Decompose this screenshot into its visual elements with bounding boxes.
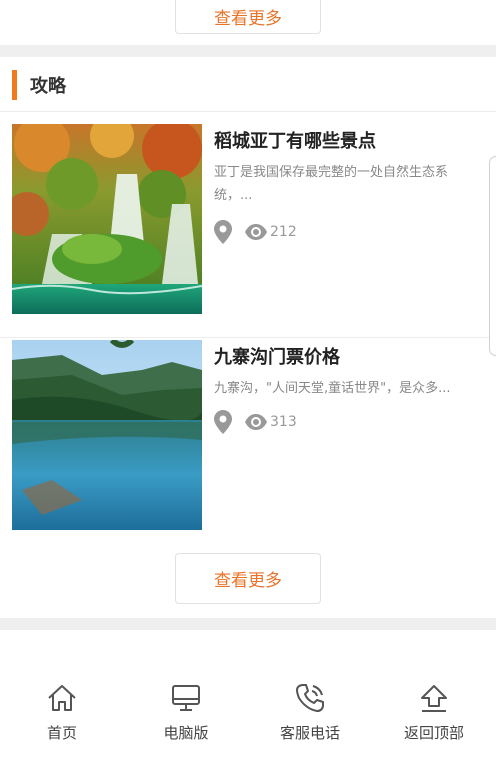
section-header: 攻略 bbox=[0, 57, 496, 112]
article-item[interactable]: 九寨沟门票价格 九寨沟，"人间天堂,童话世界"，是众多... 313 bbox=[0, 340, 496, 554]
location-pin-icon bbox=[214, 220, 232, 244]
article-thumbnail-lake[interactable] bbox=[12, 340, 202, 530]
article-thumbnail-waterfall[interactable] bbox=[12, 124, 202, 314]
view-count: 212 bbox=[270, 224, 297, 240]
article-description: 亚丁是我国保存最完整的一处自然生态系统，... bbox=[214, 165, 449, 203]
nav-desktop[interactable]: 电脑版 bbox=[124, 682, 248, 743]
article-title[interactable]: 九寨沟门票价格 bbox=[214, 343, 340, 369]
section-title: 攻略 bbox=[30, 76, 66, 97]
view-more-button[interactable]: 查看更多 bbox=[175, 553, 321, 604]
section-accent-bar bbox=[12, 70, 17, 100]
views-eye-icon bbox=[245, 414, 267, 430]
nav-label: 首页 bbox=[46, 724, 77, 742]
nav-label: 客服电话 bbox=[279, 724, 340, 742]
nav-label: 返回顶部 bbox=[403, 724, 464, 742]
home-icon bbox=[48, 685, 76, 711]
back-to-top-icon bbox=[421, 685, 447, 712]
view-count: 313 bbox=[270, 414, 297, 430]
view-more-button-top[interactable]: 查看更多 bbox=[175, 0, 321, 34]
article-meta: 212 bbox=[214, 220, 297, 244]
bottom-nav: 首页 电脑版 客服电话 返回顶部 bbox=[0, 630, 496, 771]
guides-section: 攻略 稻城亚丁有哪些景点 亚丁是我国保存最完整的一处自然生态系统，... 212… bbox=[0, 57, 496, 618]
nav-phone[interactable]: 客服电话 bbox=[248, 682, 372, 743]
previous-section-footer: 查看更多 bbox=[0, 0, 496, 45]
desktop-icon bbox=[172, 685, 200, 711]
nav-label: 电脑版 bbox=[163, 724, 209, 742]
article-title[interactable]: 稻城亚丁有哪些景点 bbox=[214, 127, 376, 153]
phone-icon bbox=[296, 684, 324, 712]
article-meta: 313 bbox=[214, 410, 297, 434]
location-pin-icon bbox=[214, 410, 232, 434]
side-float-handle[interactable] bbox=[489, 156, 496, 356]
article-item[interactable]: 稻城亚丁有哪些景点 亚丁是我国保存最完整的一处自然生态系统，... 212 bbox=[0, 124, 496, 338]
views-eye-icon bbox=[245, 224, 267, 240]
article-description: 九寨沟，"人间天堂,童话世界"，是众多... bbox=[214, 381, 451, 396]
nav-back-to-top[interactable]: 返回顶部 bbox=[372, 682, 496, 743]
nav-home[interactable]: 首页 bbox=[0, 682, 124, 743]
